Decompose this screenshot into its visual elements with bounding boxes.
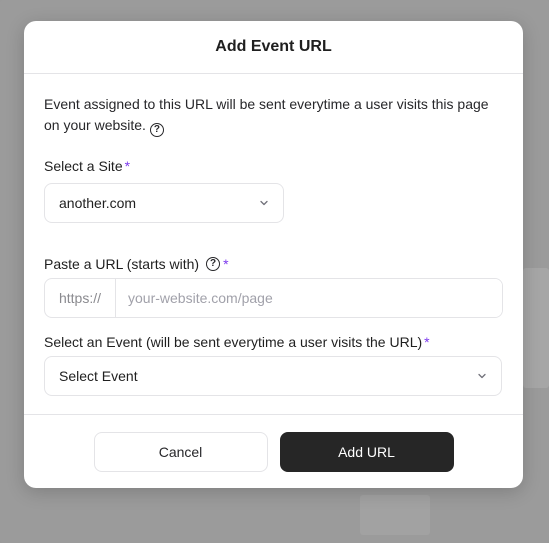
url-label-text: Paste a URL (starts with) — [44, 256, 200, 272]
site-select-value: another.com — [59, 195, 137, 211]
url-input[interactable] — [116, 279, 502, 317]
question-circle-icon[interactable]: ? — [206, 257, 221, 271]
chevron-down-icon — [478, 373, 486, 379]
chevron-down-icon — [260, 200, 268, 206]
event-field-group: Select an Event (will be sent everytime … — [44, 334, 503, 396]
event-select[interactable]: Select Event — [44, 356, 502, 396]
add-event-url-dialog: Add Event URL Event assigned to this URL… — [24, 21, 523, 488]
dialog-title: Add Event URL — [215, 38, 332, 55]
url-field-label: Paste a URL (starts with) ? * — [44, 256, 503, 272]
question-circle-icon[interactable]: ? — [149, 123, 164, 137]
backdrop-shape — [360, 495, 430, 535]
dialog-header: Add Event URL — [24, 21, 523, 74]
required-marker: * — [124, 158, 131, 174]
required-marker: * — [424, 334, 430, 350]
cancel-button[interactable]: Cancel — [93, 431, 268, 472]
site-field-label: Select a Site * — [44, 158, 503, 174]
event-select-value: Select Event — [59, 368, 138, 384]
backdrop-shape — [523, 268, 549, 388]
add-url-button[interactable]: Add URL — [279, 431, 454, 472]
site-field-group: Select a Site * another.com — [44, 158, 503, 223]
site-label-text: Select a Site — [44, 158, 123, 174]
required-marker: * — [223, 256, 229, 272]
url-field-group: Paste a URL (starts with) ? * https:// — [44, 256, 503, 318]
event-field-label: Select an Event (will be sent everytime … — [44, 334, 503, 350]
url-prefix: https:// — [45, 279, 116, 317]
dialog-body: Event assigned to this URL will be sent … — [24, 74, 523, 396]
site-select[interactable]: another.com — [44, 183, 284, 223]
dialog-description: Event assigned to this URL will be sent … — [44, 94, 503, 137]
dialog-footer: Cancel Add URL — [24, 414, 523, 488]
description-text: Event assigned to this URL will be sent … — [44, 96, 489, 133]
url-input-group: https:// — [44, 278, 503, 318]
event-label-text: Select an Event (will be sent everytime … — [44, 334, 423, 350]
